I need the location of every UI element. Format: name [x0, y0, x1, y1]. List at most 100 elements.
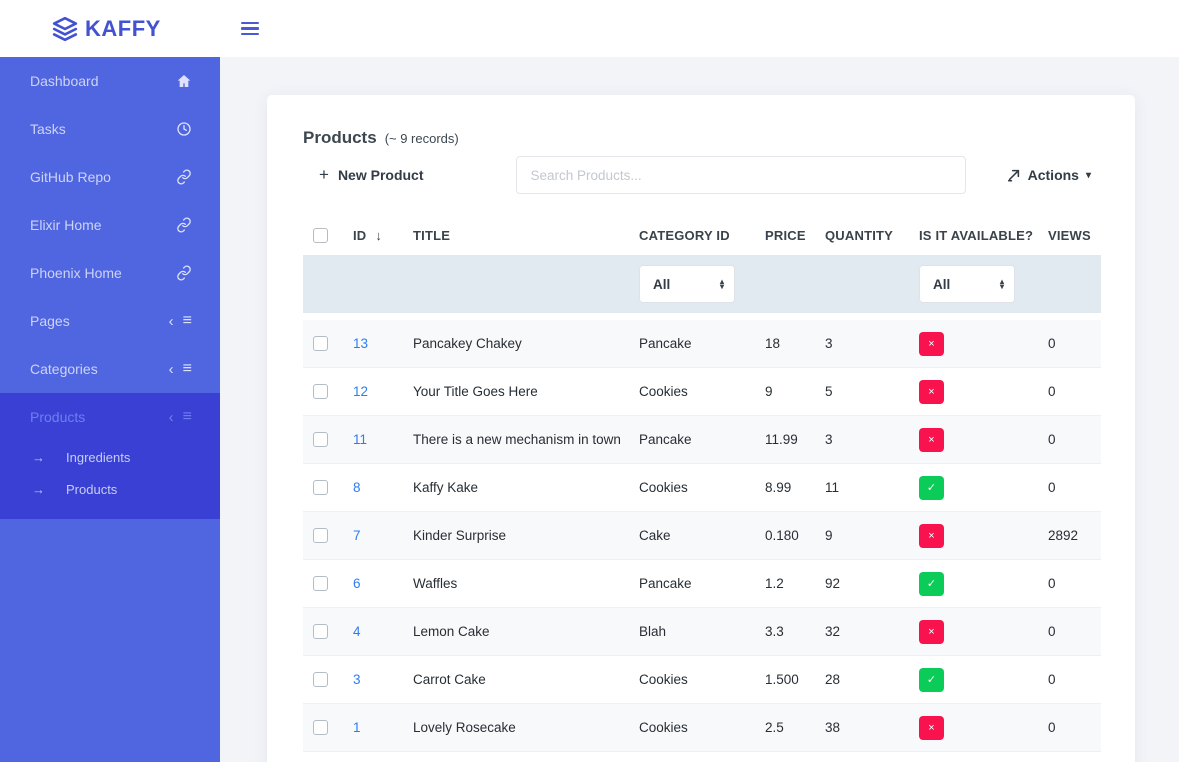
sidebar-nav: Dashboard Tasks GitHub Repo Elixir Home Phoe… — [0, 57, 220, 519]
new-product-label: New Product — [338, 167, 424, 183]
row-quantity: 5 — [825, 384, 919, 399]
menu-toggle-icon[interactable] — [237, 18, 263, 40]
row-title: Waffles — [413, 576, 639, 591]
products-table: ID ↓ TITLE CATEGORY ID PRICE QUANTITY IS… — [303, 215, 1101, 752]
row-checkbox[interactable] — [313, 672, 328, 687]
row-id-link[interactable]: 13 — [353, 336, 368, 351]
row-price: 2.5 — [765, 720, 825, 735]
home-icon — [176, 73, 192, 89]
column-header-available[interactable]: IS IT AVAILABLE? — [919, 228, 1048, 243]
column-header-price[interactable]: PRICE — [765, 228, 825, 243]
menu-icon: ≡ — [183, 361, 192, 377]
row-title: Kinder Surprise — [413, 528, 639, 543]
sidebar-subitem-ingredients[interactable]: →Ingredients — [0, 441, 220, 473]
app-logo[interactable]: KAFFY — [52, 16, 161, 42]
row-views: 0 — [1048, 432, 1101, 447]
arrow-right-icon: → — [32, 450, 45, 465]
row-id-link[interactable]: 3 — [353, 672, 361, 687]
row-checkbox[interactable] — [313, 336, 328, 351]
sidebar-subitem-products[interactable]: →Products — [0, 473, 220, 505]
row-views: 0 — [1048, 720, 1101, 735]
sidebar-item-phoenix-home[interactable]: Phoenix Home — [0, 249, 220, 297]
export-arrow-icon — [1007, 168, 1021, 182]
available-no-badge: × — [919, 380, 944, 404]
new-product-button[interactable]: + New Product — [319, 165, 424, 185]
arrow-right-icon: → — [32, 482, 45, 497]
actions-dropdown-button[interactable]: Actions ▾ — [1007, 167, 1091, 183]
column-header-quantity[interactable]: QUANTITY — [825, 228, 919, 243]
table-row: 13 Pancakey Chakey Pancake 18 3 × 0 — [303, 320, 1101, 368]
sidebar-item-label: Pages — [30, 313, 169, 329]
row-id-link[interactable]: 11 — [353, 432, 367, 447]
category-filter-select[interactable]: All ▴▾ — [639, 265, 735, 303]
row-category: Cookies — [639, 672, 765, 687]
sidebar-item-categories[interactable]: Categories‹≡ — [0, 345, 220, 393]
select-arrows-icon: ▴▾ — [1000, 279, 1004, 290]
search-input[interactable] — [516, 156, 966, 194]
column-header-category[interactable]: CATEGORY ID — [639, 228, 765, 243]
row-title: Pancakey Chakey — [413, 336, 639, 351]
plus-icon: + — [319, 165, 329, 185]
records-count: (~ 9 records) — [385, 131, 459, 146]
row-price: 1.2 — [765, 576, 825, 591]
sidebar-item-products[interactable]: Products‹≡ — [0, 393, 220, 441]
sidebar-item-elixir-home[interactable]: Elixir Home — [0, 201, 220, 249]
sidebar-item-label: Elixir Home — [30, 217, 176, 233]
page-title: Products — [303, 128, 377, 148]
row-quantity: 11 — [825, 480, 919, 495]
row-id-link[interactable]: 7 — [353, 528, 361, 543]
row-title: Carrot Cake — [413, 672, 639, 687]
available-no-badge: × — [919, 620, 944, 644]
row-quantity: 3 — [825, 432, 919, 447]
row-checkbox[interactable] — [313, 528, 328, 543]
sidebar-item-pages[interactable]: Pages‹≡ — [0, 297, 220, 345]
row-checkbox[interactable] — [313, 720, 328, 735]
column-header-title[interactable]: TITLE — [413, 228, 639, 243]
row-views: 0 — [1048, 480, 1101, 495]
row-price: 9 — [765, 384, 825, 399]
row-title: Lemon Cake — [413, 624, 639, 639]
row-checkbox[interactable] — [313, 480, 328, 495]
row-price: 1.500 — [765, 672, 825, 687]
row-quantity: 32 — [825, 624, 919, 639]
sidebar-item-label: Tasks — [30, 121, 176, 137]
table-row: 4 Lemon Cake Blah 3.3 32 × 0 — [303, 608, 1101, 656]
table-row: 8 Kaffy Kake Cookies 8.99 11 ✓ 0 — [303, 464, 1101, 512]
row-category: Pancake — [639, 576, 765, 591]
table-body: 13 Pancakey Chakey Pancake 18 3 × 0 12 Y… — [303, 320, 1101, 752]
column-header-id[interactable]: ID ↓ — [353, 228, 413, 243]
row-title: There is a new mechanism in town — [413, 432, 639, 447]
row-views: 0 — [1048, 384, 1101, 399]
column-header-views[interactable]: VIEWS — [1048, 228, 1101, 243]
row-checkbox[interactable] — [313, 384, 328, 399]
row-price: 8.99 — [765, 480, 825, 495]
row-id-link[interactable]: 6 — [353, 576, 361, 591]
sidebar-item-github-repo[interactable]: GitHub Repo — [0, 153, 220, 201]
caret-down-icon: ▾ — [1086, 170, 1091, 181]
row-id-link[interactable]: 4 — [353, 624, 361, 639]
row-price: 0.180 — [765, 528, 825, 543]
sidebar-item-label: Categories — [30, 361, 169, 377]
sidebar-item-dashboard[interactable]: Dashboard — [0, 57, 220, 105]
row-checkbox[interactable] — [313, 576, 328, 591]
row-quantity: 28 — [825, 672, 919, 687]
row-checkbox[interactable] — [313, 432, 328, 447]
available-filter-select[interactable]: All ▴▾ — [919, 265, 1015, 303]
table-header: ID ↓ TITLE CATEGORY ID PRICE QUANTITY IS… — [303, 215, 1101, 255]
select-all-checkbox[interactable] — [313, 228, 328, 243]
row-quantity: 3 — [825, 336, 919, 351]
table-row: 1 Lovely Rosecake Cookies 2.5 38 × 0 — [303, 704, 1101, 752]
table-row: 7 Kinder Surprise Cake 0.180 9 × 2892 — [303, 512, 1101, 560]
row-id-link[interactable]: 12 — [353, 384, 368, 399]
sidebar: Dashboard Tasks GitHub Repo Elixir Home Phoe… — [0, 57, 220, 762]
sidebar-item-label: Phoenix Home — [30, 265, 176, 281]
layers-icon — [52, 16, 78, 42]
row-id-link[interactable]: 1 — [353, 720, 361, 735]
row-price: 3.3 — [765, 624, 825, 639]
sidebar-item-label: Dashboard — [30, 73, 176, 89]
row-id-link[interactable]: 8 — [353, 480, 361, 495]
table-row: 3 Carrot Cake Cookies 1.500 28 ✓ 0 — [303, 656, 1101, 704]
sidebar-item-label: Products — [30, 409, 169, 425]
sidebar-item-tasks[interactable]: Tasks — [0, 105, 220, 153]
row-checkbox[interactable] — [313, 624, 328, 639]
